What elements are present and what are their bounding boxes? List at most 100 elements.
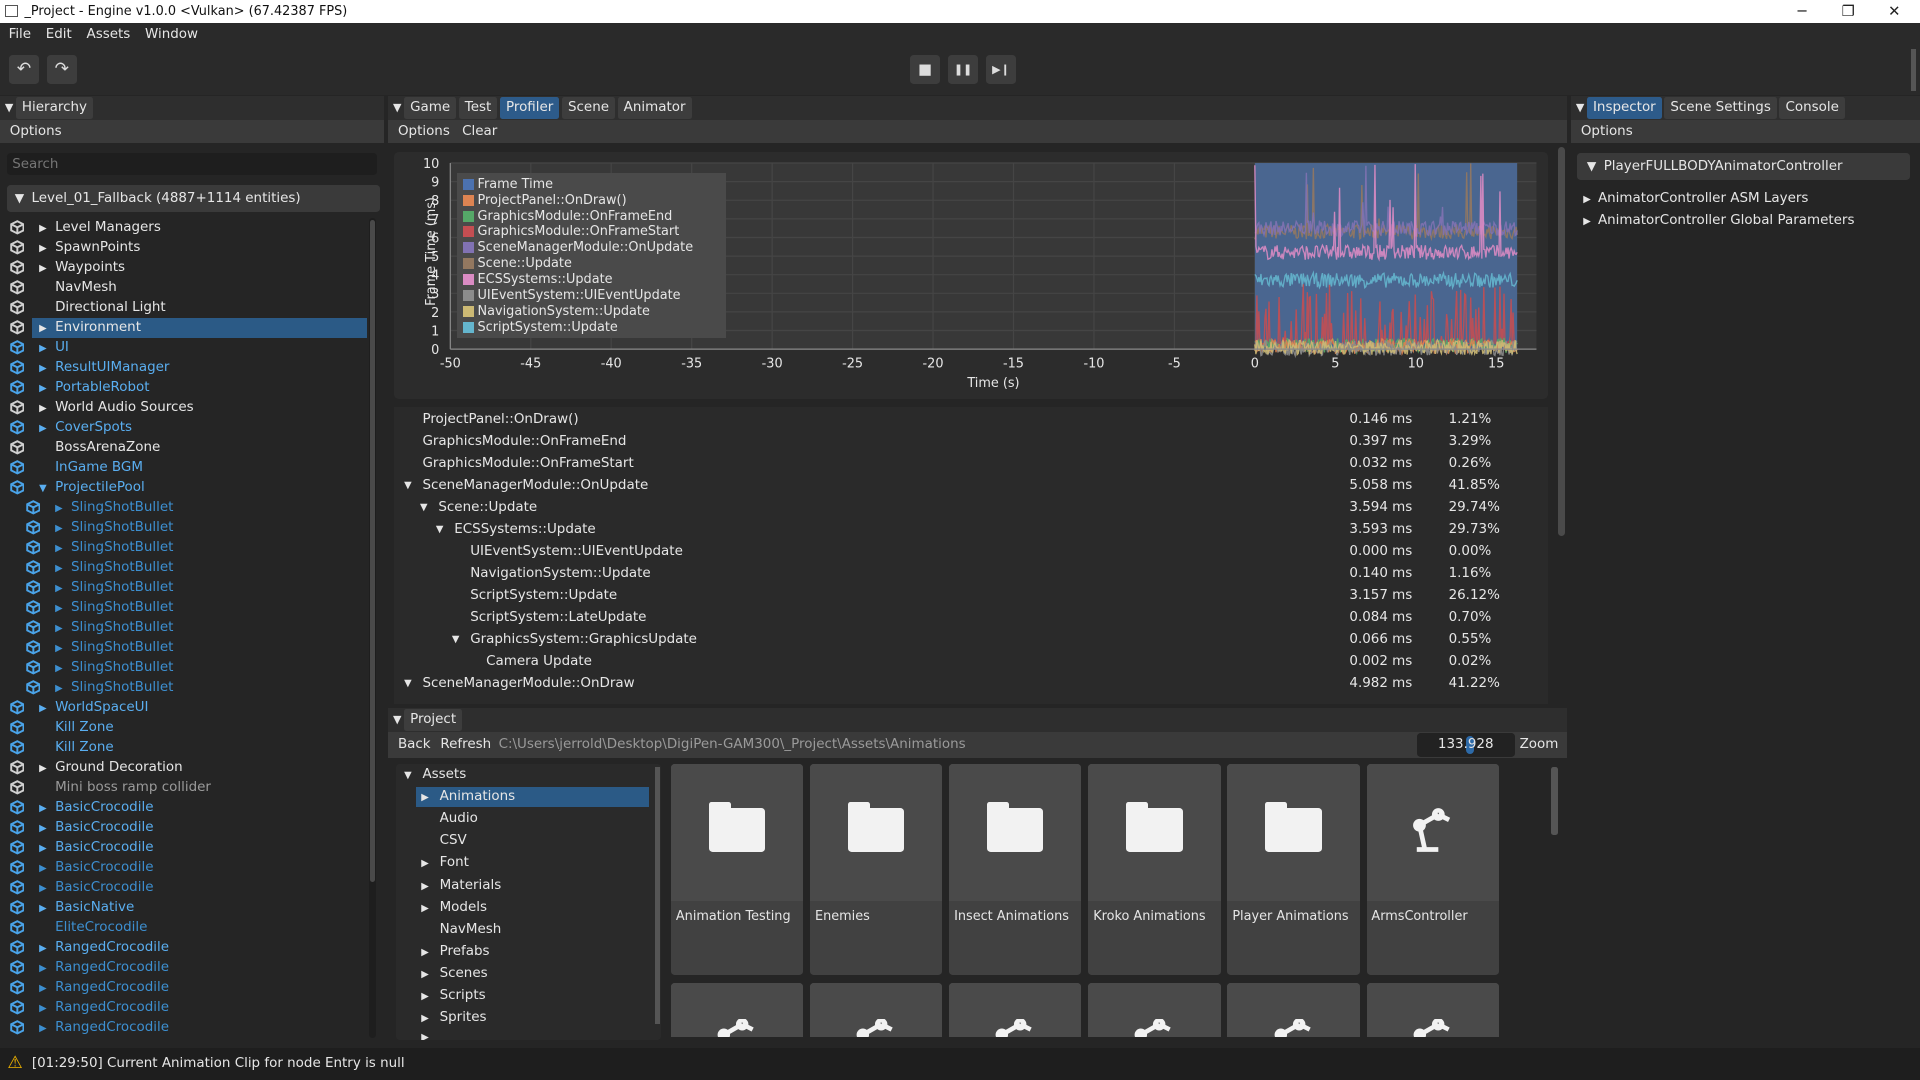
expand-arrow-icon[interactable]: ▼ bbox=[404, 673, 412, 695]
tree-item[interactable]: ▶ Sprites bbox=[416, 1008, 649, 1028]
expand-arrow-icon[interactable]: ▶ bbox=[39, 959, 54, 979]
hierarchy-item[interactable]: ▶ UI bbox=[32, 338, 368, 358]
expand-arrow-icon[interactable]: ▶ bbox=[39, 799, 54, 819]
panel-menu-icon[interactable]: ▼ bbox=[393, 713, 401, 726]
component-header[interactable]: ▼ PlayerFULLBODYAnimatorController bbox=[1577, 153, 1911, 180]
expand-arrow-icon[interactable]: ▶ bbox=[39, 979, 54, 999]
global-parameters-item[interactable]: ▶ AnimatorController Global Parameters bbox=[1583, 211, 1854, 231]
expand-arrow-icon[interactable]: ▶ bbox=[55, 539, 70, 559]
hierarchy-item[interactable]: Kill Zone bbox=[32, 738, 368, 758]
hierarchy-item[interactable]: Kill Zone bbox=[32, 718, 368, 738]
expand-arrow-icon[interactable]: ▶ bbox=[39, 379, 54, 399]
expand-arrow-icon[interactable]: ▶ bbox=[39, 1019, 54, 1039]
profiler-row[interactable]: GraphicsModule::OnFrameEnd 0.397 ms 3.29% bbox=[404, 431, 1543, 453]
hierarchy-item[interactable]: ▶ SpawnPoints bbox=[32, 238, 368, 258]
menu-assets[interactable]: Assets bbox=[87, 23, 131, 46]
tree-item-assets[interactable]: ▼ Assets bbox=[404, 765, 466, 785]
window-scrollbar[interactable] bbox=[1911, 48, 1917, 91]
tree-item[interactable]: ▶ Scripts bbox=[416, 986, 649, 1006]
expand-arrow-icon[interactable]: ▶ bbox=[39, 219, 54, 239]
pause-button[interactable]: ❚❚ bbox=[947, 55, 979, 85]
tab-profiler[interactable]: Profiler bbox=[499, 96, 560, 119]
expand-arrow-icon[interactable]: ▼ bbox=[420, 497, 428, 519]
hierarchy-item[interactable]: ▶ CoverSpots bbox=[32, 418, 368, 438]
legend-entry[interactable]: NavigationSystem::Update bbox=[462, 304, 720, 320]
expand-arrow-icon[interactable]: ▶ bbox=[39, 259, 54, 279]
profiler-row[interactable]: ▼ SceneManagerModule::OnDraw 4.982 ms 41.22… bbox=[404, 673, 1543, 695]
tree-item[interactable]: ▶ Font bbox=[416, 853, 649, 873]
expand-arrow-icon[interactable]: ▶ bbox=[39, 239, 54, 259]
tree-item[interactable]: Audio bbox=[416, 809, 649, 829]
menu-file[interactable]: File bbox=[9, 23, 32, 46]
hierarchy-item[interactable]: ▶ SlingShotBullet bbox=[48, 618, 368, 638]
tab-project[interactable]: Project bbox=[403, 708, 463, 731]
hierarchy-item[interactable]: ▶ BasicCrocodile bbox=[32, 858, 368, 878]
hierarchy-item[interactable]: ▶ SlingShotBullet bbox=[48, 638, 368, 658]
expand-arrow-icon[interactable]: ▶ bbox=[55, 559, 70, 579]
refresh-button[interactable]: Refresh bbox=[440, 732, 491, 758]
legend-entry[interactable]: GraphicsModule::OnFrameEnd bbox=[462, 208, 720, 224]
expand-arrow-icon[interactable]: ▶ bbox=[39, 699, 54, 719]
tree-scrollbar[interactable] bbox=[655, 766, 660, 1024]
profiler-row[interactable]: ProjectPanel::OnDraw() 0.146 ms 1.21% bbox=[404, 409, 1543, 431]
profiler-row[interactable]: ScriptSystem::Update 3.157 ms 26.12% bbox=[404, 585, 1543, 607]
maximize-button[interactable]: ❐ bbox=[1842, 0, 1855, 23]
legend-entry[interactable]: ProjectPanel::OnDraw() bbox=[462, 192, 720, 208]
options-menu[interactable]: Options bbox=[398, 120, 450, 143]
scrollbar-thumb[interactable] bbox=[369, 220, 375, 882]
hierarchy-item[interactable]: ▶ Waypoints bbox=[32, 258, 368, 278]
hierarchy-item[interactable]: ▶ RangedCrocodile bbox=[32, 958, 368, 978]
hierarchy-item[interactable]: ▶ RangedCrocodile bbox=[32, 998, 368, 1018]
profiler-row[interactable]: NavigationSystem::Update 0.140 ms 1.16% bbox=[404, 563, 1543, 585]
legend-entry[interactable]: GraphicsModule::OnFrameStart bbox=[462, 224, 720, 240]
hierarchy-item[interactable]: ▼ ProjectilePool bbox=[32, 478, 368, 498]
tab-test[interactable]: Test bbox=[458, 96, 498, 119]
hierarchy-item[interactable]: ▶ Ground Decoration bbox=[32, 758, 368, 778]
stop-button[interactable]: ■ bbox=[909, 55, 941, 85]
hierarchy-item[interactable]: ▶ BasicCrocodile bbox=[32, 818, 368, 838]
undo-button[interactable]: ↶ bbox=[8, 55, 40, 85]
profiler-row[interactable]: ▼ SceneManagerModule::OnUpdate 5.058 ms 41.… bbox=[404, 475, 1543, 497]
hierarchy-item[interactable]: EliteCrocodile bbox=[32, 918, 368, 938]
expand-arrow-icon[interactable]: ▶ bbox=[55, 659, 70, 679]
tree-item[interactable]: ▶ Prefabs bbox=[416, 942, 649, 962]
profiler-row[interactable]: ▼ ECSSystems::Update 3.593 ms 29.73% bbox=[404, 519, 1543, 541]
expand-arrow-icon[interactable]: ▶ bbox=[39, 759, 54, 779]
hierarchy-item[interactable]: NavMesh bbox=[32, 278, 368, 298]
hierarchy-item[interactable]: ▶ SlingShotBullet bbox=[48, 498, 368, 518]
hierarchy-item[interactable]: ▶ SlingShotBullet bbox=[48, 658, 368, 678]
hierarchy-item[interactable]: ▶ PortableRobot bbox=[32, 378, 368, 398]
expand-arrow-icon[interactable]: ▶ bbox=[39, 999, 54, 1019]
expand-arrow-icon[interactable]: ▶ bbox=[39, 819, 54, 839]
expand-arrow-icon[interactable]: ▶ bbox=[421, 987, 436, 1007]
tree-item[interactable]: CSV bbox=[416, 831, 649, 851]
legend-entry[interactable]: ScriptSystem::Update bbox=[462, 319, 720, 335]
tree-item[interactable]: ▶ Animations bbox=[416, 787, 649, 807]
hierarchy-item[interactable]: ▶ BasicCrocodile bbox=[32, 878, 368, 898]
tree-item[interactable]: ▶ Materials bbox=[416, 876, 649, 896]
hierarchy-item[interactable]: BossArenaZone bbox=[32, 438, 368, 458]
expand-arrow-icon[interactable]: ▶ bbox=[421, 1028, 436, 1039]
expand-arrow-icon[interactable]: ▶ bbox=[55, 499, 70, 519]
expand-arrow-icon[interactable]: ▶ bbox=[55, 599, 70, 619]
expand-arrow-icon[interactable]: ▶ bbox=[39, 339, 54, 359]
panel-menu-icon[interactable]: ▼ bbox=[1576, 101, 1584, 114]
expand-arrow-icon[interactable]: ▶ bbox=[39, 899, 54, 919]
expand-arrow-icon[interactable]: ▼ bbox=[452, 629, 460, 651]
expand-arrow-icon[interactable]: ▶ bbox=[39, 399, 54, 419]
expand-arrow-icon[interactable]: ▶ bbox=[421, 943, 436, 963]
menu-window[interactable]: Window bbox=[145, 23, 198, 46]
menu-edit[interactable]: Edit bbox=[46, 23, 72, 46]
hierarchy-item[interactable]: InGame BGM bbox=[32, 458, 368, 478]
expand-arrow-icon[interactable]: ▼ bbox=[404, 475, 412, 497]
expand-arrow-icon[interactable]: ▶ bbox=[55, 639, 70, 659]
asm-layers-item[interactable]: ▶ AnimatorController ASM Layers bbox=[1583, 189, 1808, 209]
tree-item[interactable]: ▶ bbox=[421, 1027, 436, 1039]
asset-tile[interactable]: Enemies bbox=[810, 764, 943, 975]
tab-scene-settings[interactable]: Scene Settings bbox=[1664, 96, 1777, 119]
tab-scene[interactable]: Scene bbox=[561, 96, 616, 119]
hierarchy-search-input[interactable] bbox=[7, 153, 378, 176]
expand-arrow-icon[interactable]: ▼ bbox=[39, 479, 54, 499]
asset-tile[interactable] bbox=[1227, 983, 1360, 1038]
asset-tile[interactable] bbox=[810, 983, 943, 1038]
